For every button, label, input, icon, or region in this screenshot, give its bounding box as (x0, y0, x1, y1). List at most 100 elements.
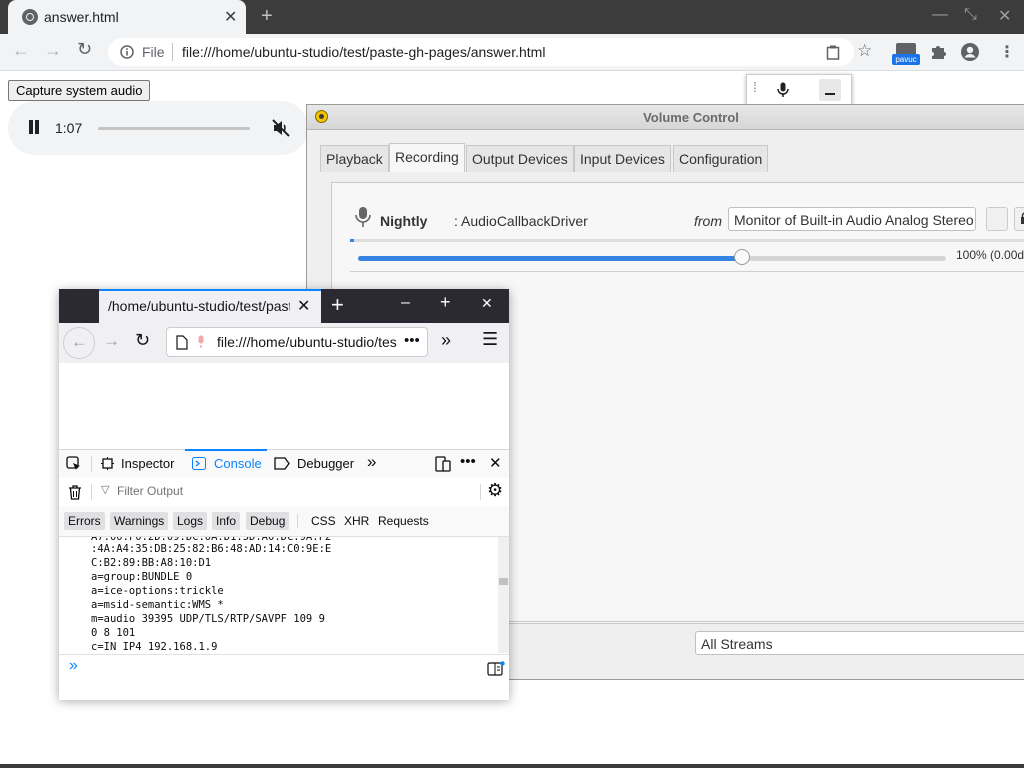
bookmark-star-icon[interactable]: ☆ (857, 41, 872, 61)
window-close-icon[interactable]: ✕ (481, 295, 493, 312)
editor-mode-icon[interactable] (487, 661, 505, 677)
devtools-tab-inspector[interactable]: Inspector (121, 456, 174, 471)
tab-input-devices[interactable]: Input Devices (574, 145, 671, 172)
responsive-design-icon[interactable] (435, 456, 451, 472)
filter-requests-button[interactable]: Requests (374, 512, 433, 530)
scheme-label: File (142, 44, 165, 60)
console-scrollbar-thumb[interactable] (499, 578, 508, 585)
window-close-icon[interactable]: ✕ (998, 6, 1011, 26)
extension-badge-text: pavuc (892, 54, 920, 65)
console-input[interactable]: » (59, 654, 509, 700)
firefox-tab[interactable]: /home/ubuntu-studio/test/paste-gh-pages/… (99, 289, 321, 323)
pavucontrol-extension-icon[interactable]: pavuc (892, 43, 920, 65)
pause-icon[interactable] (28, 120, 40, 134)
console-icon (192, 457, 206, 470)
reload-icon[interactable]: ↻ (77, 39, 92, 60)
volume-control-title: Volume Control (643, 110, 739, 125)
minimize-icon[interactable]: – (401, 294, 410, 312)
filter-xhr-button[interactable]: XHR (340, 512, 373, 530)
chrome-tab-bar: answer.html ✕ + — ⤡ ✕ (0, 0, 1024, 34)
console-line: a=ice-options:trickle (91, 585, 224, 597)
mute-toggle-button[interactable] (986, 207, 1008, 231)
audio-player: 1:07 (8, 101, 308, 155)
forward-icon[interactable]: → (103, 331, 120, 351)
console-line: a=msid-semantic:WMS * (91, 599, 224, 611)
muted-speaker-icon[interactable] (272, 119, 290, 137)
microphone-sharing-icon[interactable] (197, 335, 205, 349)
console-scrollbar[interactable] (498, 537, 509, 653)
hamburger-menu-icon[interactable]: ☰ (482, 329, 498, 350)
back-icon: ← (71, 332, 88, 351)
page-actions-icon[interactable]: ••• (404, 332, 420, 349)
chrome-tab-answer[interactable]: answer.html ✕ (8, 0, 246, 34)
tab-configuration[interactable]: Configuration (673, 145, 769, 172)
new-tab-icon[interactable]: + (261, 5, 273, 28)
console-line: :4A:A4:35:DB:25:82:B6:48:AD:14:C0:9E:E (91, 543, 332, 555)
element-picker-icon[interactable] (66, 456, 82, 472)
tab-playback[interactable]: Playback (320, 145, 389, 172)
profile-avatar-icon[interactable] (960, 42, 980, 62)
hide-indicator-button[interactable] (819, 79, 841, 101)
clipboard-icon[interactable] (826, 45, 840, 60)
address-bar[interactable]: File file:///home/ubuntu-studio/test/pas… (108, 38, 872, 66)
devtools-tab-console[interactable]: Console (214, 456, 262, 471)
filter-funnel-icon: ▽ (101, 484, 110, 496)
chrome-menu-icon[interactable]: ⋮ (999, 42, 1015, 62)
tab-output-devices[interactable]: Output Devices (466, 145, 574, 172)
volume-slider[interactable] (358, 249, 946, 265)
devtools-tab-debugger[interactable]: Debugger (297, 456, 354, 471)
filter-logs-button[interactable]: Logs (173, 512, 208, 530)
console-settings-gear-icon[interactable]: ⚙ (487, 480, 503, 501)
capture-system-audio-button[interactable]: Capture system audio (8, 80, 151, 101)
close-tab-icon[interactable]: ✕ (297, 296, 310, 316)
back-button[interactable]: ← (63, 327, 95, 359)
toolbar-divider (91, 456, 92, 472)
more-tools-chevron-icon[interactable]: » (367, 452, 376, 472)
filter-css-button[interactable]: CSS (307, 512, 340, 530)
firefox-url-text[interactable]: file:///home/ubuntu-studio/test/paste-gh… (217, 334, 397, 350)
volume-control-titlebar: Volume Control (307, 105, 1024, 130)
filter-output-input[interactable]: Filter Output (117, 484, 183, 498)
show-streams-select[interactable]: All Streams (695, 631, 1024, 655)
overflow-chevron-icon[interactable]: » (441, 330, 451, 351)
restore-icon[interactable]: ⤡ (964, 6, 977, 24)
stream-app-name: Nightly (380, 213, 428, 229)
peak-meter (350, 239, 1024, 242)
forward-icon[interactable]: → (44, 40, 62, 61)
url-text[interactable]: file:///home/ubuntu-studio/test/paste-gh… (182, 44, 545, 60)
filter-warnings-button[interactable]: Warnings (110, 512, 169, 530)
player-time: 1:07 (55, 120, 83, 136)
microphone-icon (355, 207, 371, 227)
filter-info-button[interactable]: Info (212, 512, 241, 530)
lock-channels-button[interactable] (1014, 207, 1024, 231)
devtools-options-icon[interactable]: ••• (460, 453, 476, 470)
stream-driver-name: : AudioCallbackDriver (454, 213, 588, 229)
inspector-icon (101, 457, 114, 470)
file-icon (120, 45, 134, 59)
tab-recording[interactable]: Recording (389, 143, 465, 172)
new-tab-icon[interactable]: + (331, 292, 344, 318)
player-progress-track[interactable] (98, 127, 250, 130)
reload-icon[interactable]: ↻ (135, 330, 150, 351)
maximize-icon[interactable]: + (440, 292, 451, 313)
close-tab-icon[interactable]: ✕ (224, 7, 237, 27)
minimize-icon[interactable]: — (932, 6, 948, 24)
back-icon[interactable]: ← (12, 40, 30, 61)
omnibox-divider (172, 43, 173, 61)
filter-debug-button[interactable]: Debug (246, 512, 290, 530)
puzzle-extensions-icon[interactable] (929, 43, 947, 61)
microphone-icon (777, 82, 789, 97)
console-line: 0 8 101 (91, 627, 136, 639)
source-select[interactable]: Monitor of Built-in Audio Analog Stereo (728, 207, 976, 231)
firefox-tab-title: /home/ubuntu-studio/test/paste-gh-pages/… (108, 298, 290, 314)
volume-slider-knob[interactable] (734, 249, 750, 265)
close-devtools-icon[interactable]: ✕ (489, 454, 502, 472)
console-prompt-icon: » (69, 657, 78, 674)
console-line: m=audio 39395 UDP/TLS/RTP/SAVPF 109 9 (91, 613, 325, 625)
firefox-url-bar[interactable]: file:///home/ubuntu-studio/test/paste-gh… (166, 327, 428, 357)
filter-errors-button[interactable]: Errors (64, 512, 105, 530)
firefox-window: /home/ubuntu-studio/test/paste-gh-pages/… (59, 289, 509, 700)
page-icon (176, 335, 188, 350)
drag-handle-icon[interactable]: ⁞ (753, 79, 757, 95)
trash-icon[interactable] (68, 485, 82, 500)
